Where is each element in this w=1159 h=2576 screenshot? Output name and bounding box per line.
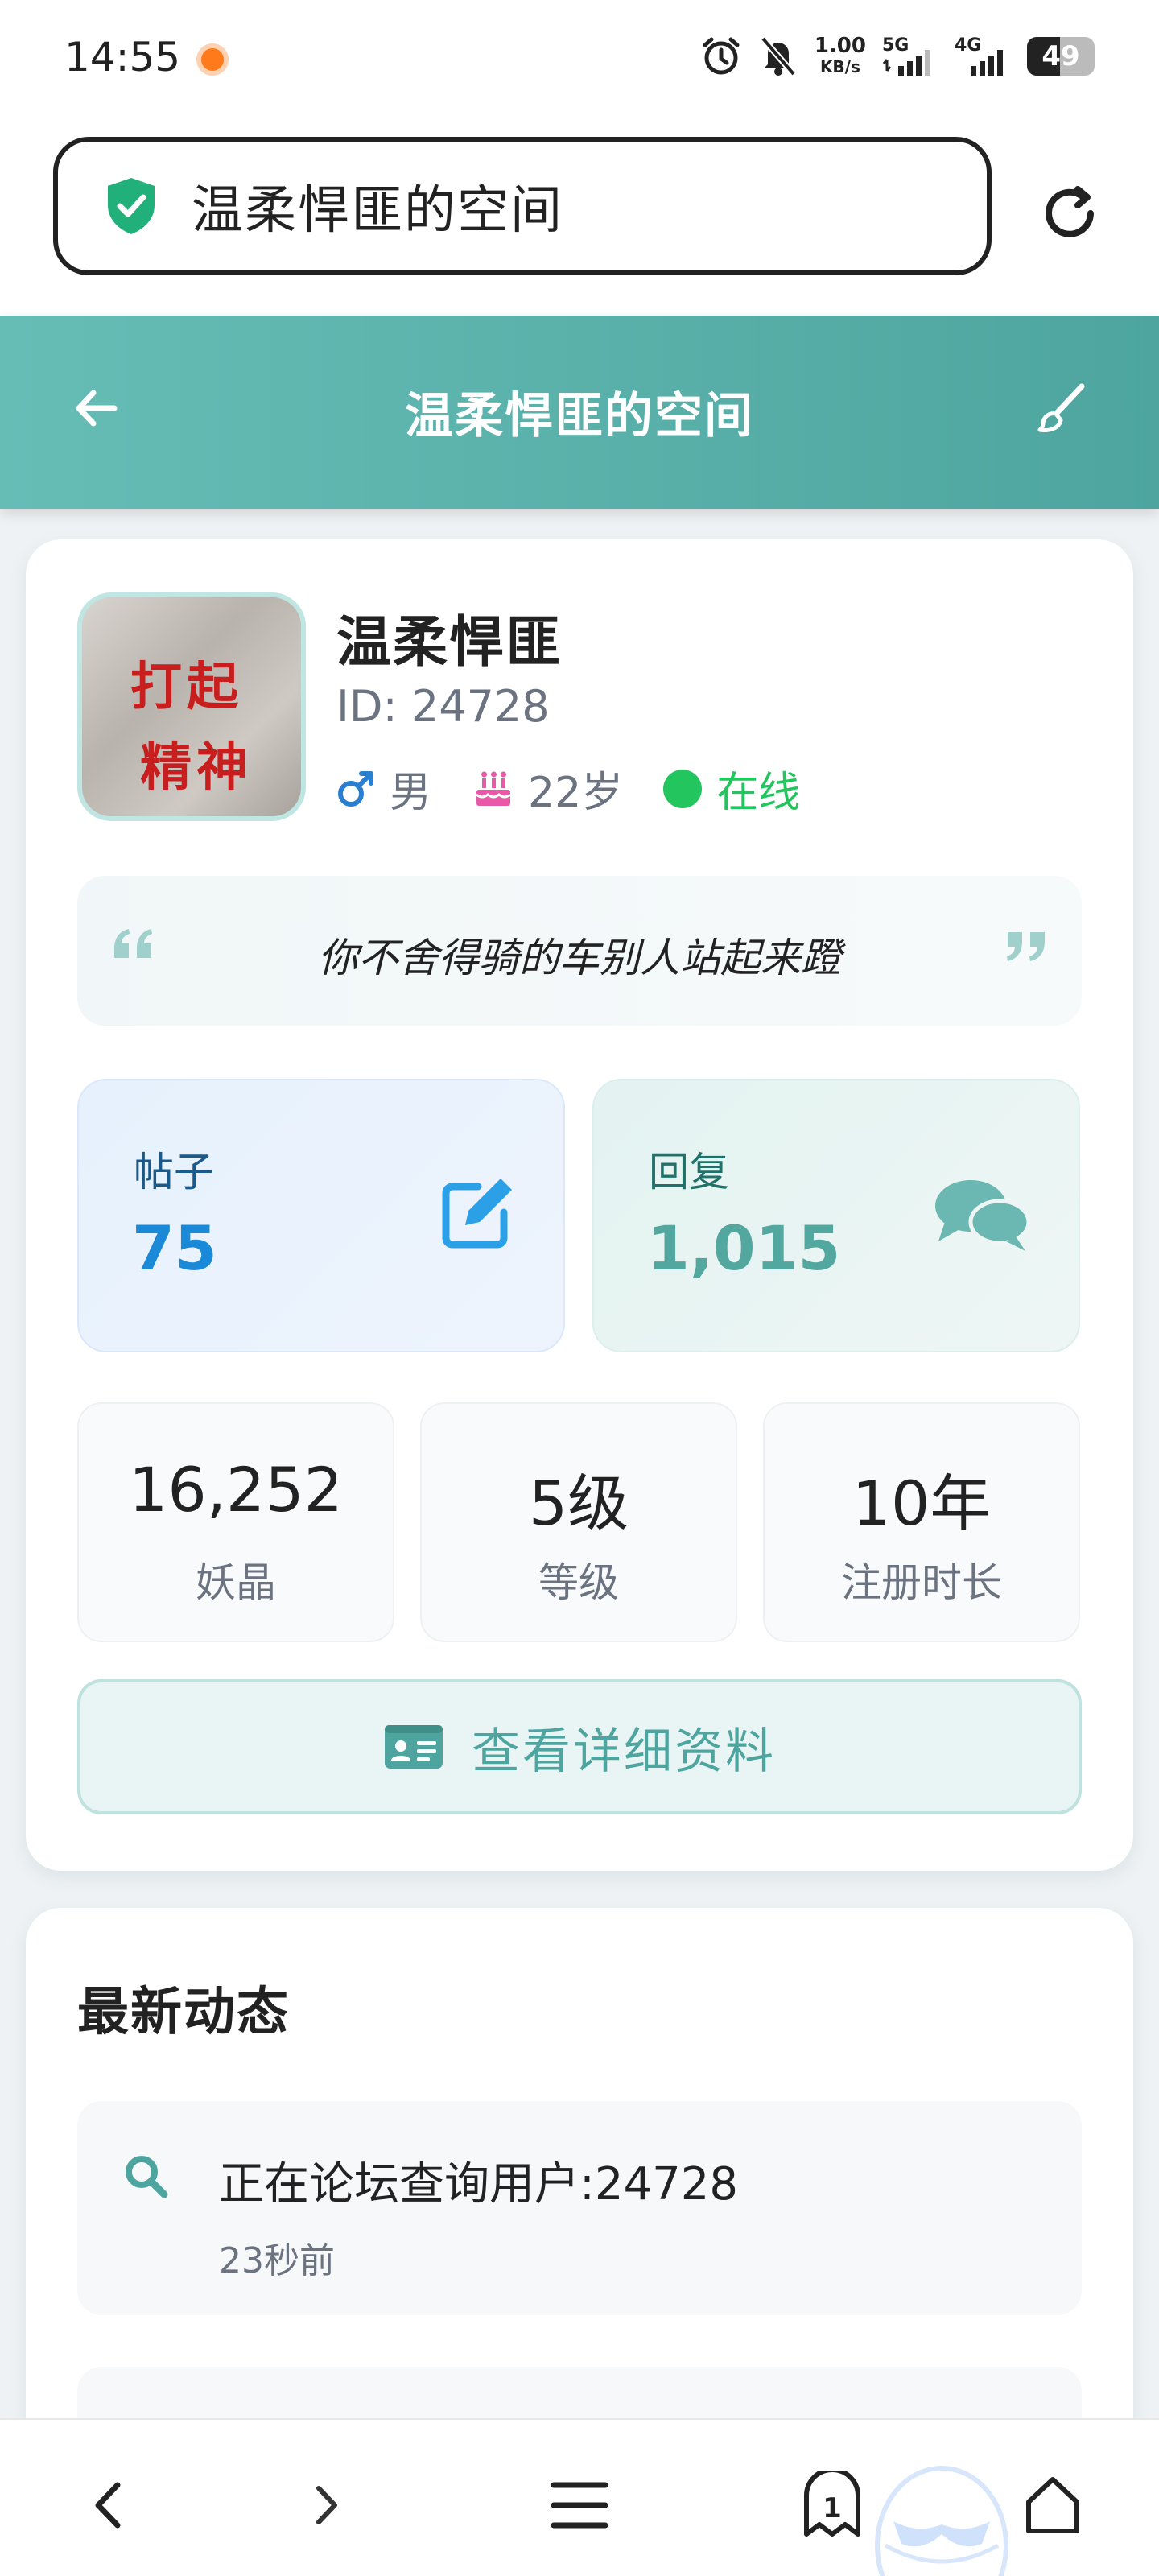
- view-details-label: 查看详细资料: [472, 1723, 776, 1780]
- profile-id: ID: 24728: [336, 681, 550, 732]
- signal-bars-icon: [882, 50, 930, 76]
- nav-back-button[interactable]: [68, 2465, 148, 2545]
- activity-item[interactable]: 正在论坛查询用户:24728 23秒前: [77, 2101, 1082, 2315]
- activity-title: 最新动态: [77, 1983, 290, 2042]
- male-icon: [338, 770, 373, 807]
- level-label: 等级: [538, 1559, 619, 1606]
- network-speed-unit: KB/s: [819, 57, 860, 76]
- alarm-icon: [703, 37, 740, 75]
- reload-button[interactable]: [1033, 177, 1106, 250]
- network-speed-value: 1.00: [814, 34, 866, 58]
- id-card-icon: [385, 1725, 443, 1769]
- signature-box: 你不舍得骑的车别人站起来蹬: [77, 876, 1082, 1026]
- chevron-right-icon: [316, 2486, 337, 2524]
- activity-text: 正在论坛查询用户:24728: [219, 2158, 739, 2211]
- signature-text: 你不舍得骑的车别人站起来蹬: [318, 935, 841, 981]
- crystals-value: 16,252: [129, 1454, 343, 1525]
- notification-dot-icon: [196, 43, 229, 76]
- view-details-button[interactable]: 查看详细资料: [77, 1679, 1082, 1814]
- status-icons: 1.00 KB/s 5G 4G 49: [700, 35, 1095, 77]
- nav-home-button[interactable]: [1013, 2465, 1093, 2545]
- crystals-label: 妖晶: [196, 1559, 276, 1606]
- menu-icon: [551, 2482, 608, 2529]
- nav-tabs-button[interactable]: 1: [792, 2465, 872, 2545]
- signal-bars-icon: [971, 50, 1003, 76]
- gender-item: 男: [335, 758, 431, 819]
- paintbrush-icon: [1037, 383, 1085, 432]
- registration-label: 注册时长: [841, 1559, 1002, 1606]
- browser-bottom-nav: 1: [0, 2418, 1159, 2576]
- posts-stat-card[interactable]: 帖子 75: [77, 1079, 565, 1352]
- home-icon: [1026, 2477, 1079, 2533]
- avatar-text-line2: 精神: [140, 737, 253, 798]
- tab-count: 1: [823, 2492, 842, 2524]
- chat-bubbles-icon: [935, 1180, 1031, 1251]
- activity-time: 23秒前: [219, 2240, 335, 2281]
- edit-square-icon: [442, 1179, 512, 1249]
- browser-bar: 温柔悍匪的空间: [0, 121, 1159, 316]
- replies-label: 回复: [649, 1149, 729, 1195]
- posts-label: 帖子: [134, 1149, 214, 1195]
- age-item: 22岁: [472, 758, 623, 819]
- battery-level: 49: [1041, 40, 1080, 72]
- reload-icon: [1046, 186, 1094, 237]
- profile-meta: 男 22岁 在线: [335, 758, 840, 819]
- nav-forward-button[interactable]: [287, 2465, 367, 2545]
- quote-close-icon: [1007, 932, 1045, 961]
- profile-name: 温柔悍匪: [336, 611, 563, 675]
- signal-4g: 4G: [955, 35, 1011, 77]
- page-title: 温柔悍匪的空间: [405, 388, 754, 444]
- posts-count: 75: [132, 1212, 217, 1284]
- status-bar: 14:55 1.00 KB/s 5G 4G 49: [0, 0, 1159, 121]
- crystals-stat: 16,252 妖晶: [77, 1402, 394, 1642]
- battery-icon: 49: [1027, 37, 1095, 76]
- replies-stat-card[interactable]: 回复 1,015: [592, 1079, 1080, 1352]
- search-icon: [126, 2156, 168, 2198]
- online-status: 在线: [663, 758, 800, 819]
- avatar-text-line1: 打起: [130, 657, 243, 717]
- chevron-left-icon: [95, 2482, 121, 2529]
- registration-value: 10年: [852, 1468, 992, 1539]
- address-bar[interactable]: 温柔悍匪的空间: [53, 137, 992, 275]
- signal-5g: 5G: [882, 35, 938, 77]
- security-shield-icon: [108, 178, 155, 234]
- birthday-cake-icon: [476, 771, 511, 806]
- profile-card: 打起 精神 温柔悍匪 ID: 24728 男 22岁 在线 你不舍得骑的车别人站…: [26, 539, 1133, 1871]
- gender-text: 男: [390, 769, 432, 817]
- status-time: 14:55: [64, 34, 181, 80]
- level-stat: 5级 等级: [420, 1402, 737, 1642]
- mascot-icon: [875, 2466, 1008, 2576]
- address-bar-title: 温柔悍匪的空间: [192, 181, 563, 241]
- mute-bell-icon: [760, 36, 796, 76]
- replies-count: 1,015: [647, 1212, 841, 1284]
- app-header: 温柔悍匪的空间: [0, 316, 1159, 509]
- online-status-text: 在线: [716, 769, 801, 817]
- network-speed: 1.00 KB/s: [815, 35, 866, 77]
- edit-button[interactable]: [1033, 380, 1090, 436]
- level-value: 5级: [528, 1468, 629, 1539]
- avatar[interactable]: 打起 精神: [77, 592, 306, 821]
- registration-stat: 10年 注册时长: [763, 1402, 1080, 1642]
- nav-menu-button[interactable]: [539, 2465, 620, 2545]
- age-text: 22岁: [528, 769, 624, 817]
- online-dot-icon: [663, 769, 703, 808]
